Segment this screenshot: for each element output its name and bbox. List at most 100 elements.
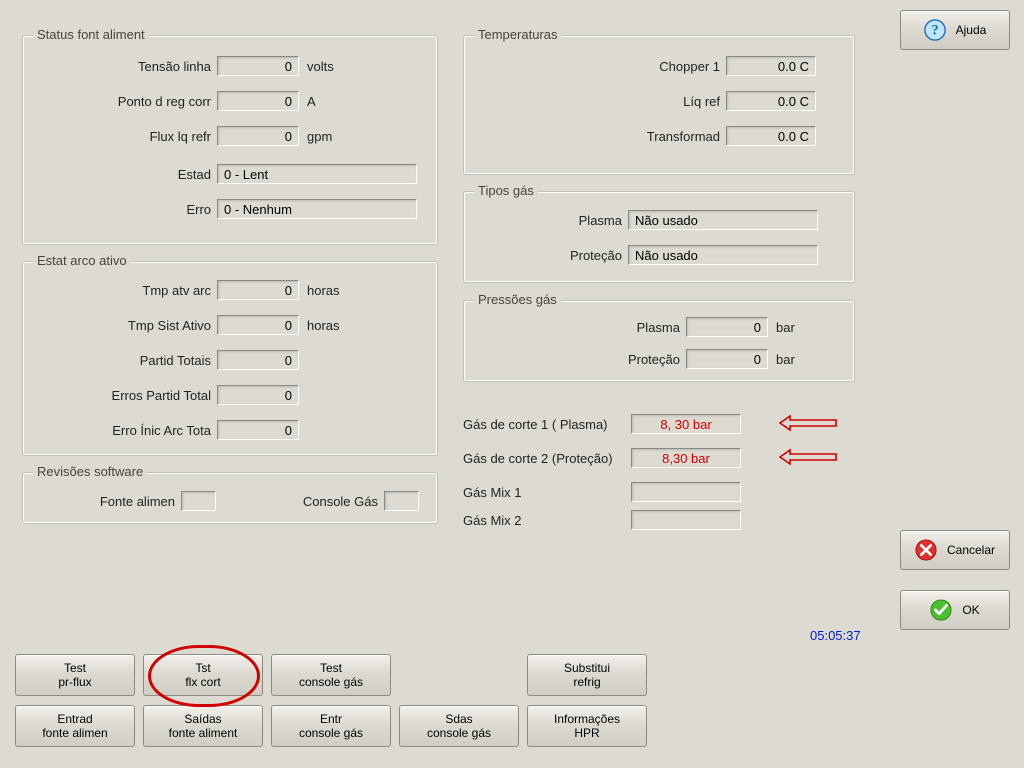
btn-line: Entrad <box>57 712 92 726</box>
btn-line: HPR <box>574 726 599 740</box>
label-gas-mix-2: Gás Mix 2 <box>463 513 631 528</box>
group-gas-pressures-title: Pressões gás <box>474 292 561 307</box>
label-state: Estad <box>23 167 217 182</box>
btn-line: Test <box>320 661 342 675</box>
label-plasma-type: Plasma <box>464 213 628 228</box>
btn-line: Entr <box>320 712 342 726</box>
field-gas-mix-1 <box>631 482 741 502</box>
cancel-icon <box>915 539 937 561</box>
label-ps-rev: Fonte alimen <box>23 494 181 509</box>
field-plasma-type: Não usado <box>628 210 818 230</box>
group-arc-stats: Estat arco ativo Tmp atv arc 0 horas Tmp… <box>22 261 438 456</box>
group-status-font: Status font aliment Tensão linha 0 volts… <box>22 35 438 245</box>
label-transformer: Transformad <box>464 129 726 144</box>
field-start-errors: 0 <box>217 385 299 405</box>
btn-line: fonte aliment <box>169 726 238 740</box>
button-test-gas-console[interactable]: Test console gás <box>271 654 391 696</box>
field-cut-gas-2: 8,30 bar <box>631 448 741 468</box>
label-system-on-time: Tmp Sist Ativo <box>23 318 217 333</box>
button-inputs-gas-console[interactable]: Entr console gás <box>271 705 391 747</box>
unit-volts: volts <box>299 59 334 74</box>
group-gas-pressures: Pressões gás Plasma 0 bar Proteção 0 bar <box>463 300 855 382</box>
field-gas-console-rev <box>384 491 419 511</box>
annotation-arrow-2 <box>778 448 838 466</box>
unit-bar-1: bar <box>768 320 795 335</box>
btn-line: Saídas <box>184 712 221 726</box>
field-state: 0 - Lent <box>217 164 417 184</box>
unit-hours-2: horas <box>299 318 340 333</box>
unit-hours-1: horas <box>299 283 340 298</box>
label-arc-init-errors: Erro Ínic Arc Tota <box>23 423 217 438</box>
label-plasma-pressure: Plasma <box>464 320 686 335</box>
field-system-on-time: 0 <box>217 315 299 335</box>
field-shield-pressure: 0 <box>686 349 768 369</box>
field-plasma-pressure: 0 <box>686 317 768 337</box>
group-software-rev: Revisões software Fonte alimen Console G… <box>22 472 438 524</box>
field-ps-rev <box>181 491 216 511</box>
field-total-starts: 0 <box>217 350 299 370</box>
label-start-errors: Erros Partid Total <box>23 388 217 403</box>
group-gas-types-title: Tipos gás <box>474 183 538 198</box>
unit-amps: A <box>299 94 316 109</box>
label-arc-on-time: Tmp atv arc <box>23 283 217 298</box>
field-coolant-flow: 0 <box>217 126 299 146</box>
btn-line: Sdas <box>445 712 472 726</box>
label-cut-gas-2: Gás de corte 2 (Proteção) <box>463 451 631 466</box>
field-gas-mix-2 <box>631 510 741 530</box>
button-outputs-gas-console[interactable]: Sdas console gás <box>399 705 519 747</box>
group-temperatures-title: Temperaturas <box>474 27 561 42</box>
svg-text:?: ? <box>931 23 938 39</box>
field-arc-init-errors: 0 <box>217 420 299 440</box>
button-replace-coolant[interactable]: Substitui refrig <box>527 654 647 696</box>
label-line-voltage: Tensão linha <box>23 59 217 74</box>
group-status-font-title: Status font aliment <box>33 27 149 42</box>
label-cut-gas-1: Gás de corte 1 ( Plasma) <box>463 417 631 432</box>
field-transformer: 0.0 C <box>726 126 816 146</box>
btn-line: flx cort <box>185 675 220 689</box>
cancel-button[interactable]: Cancelar <box>900 530 1010 570</box>
unit-gpm: gpm <box>299 129 332 144</box>
button-hpr-info[interactable]: Informações HPR <box>527 705 647 747</box>
field-arc-on-time: 0 <box>217 280 299 300</box>
annotation-arrow-1 <box>778 414 838 432</box>
field-shield-type: Não usado <box>628 245 818 265</box>
clock: 05:05:37 <box>810 628 861 643</box>
btn-line: refrig <box>573 675 600 689</box>
ok-icon <box>930 599 952 621</box>
field-error: 0 - Nenhum <box>217 199 417 219</box>
ok-label: OK <box>962 603 979 617</box>
btn-line: Informações <box>554 712 620 726</box>
button-outputs-ps[interactable]: Saídas fonte aliment <box>143 705 263 747</box>
btn-line: console gás <box>427 726 491 740</box>
ok-button[interactable]: OK <box>900 590 1010 630</box>
btn-line: fonte alimen <box>42 726 107 740</box>
help-button[interactable]: ? Ajuda <box>900 10 1010 50</box>
unit-bar-2: bar <box>768 352 795 367</box>
help-label: Ajuda <box>956 23 987 37</box>
button-test-preflow[interactable]: Test pr-flux <box>15 654 135 696</box>
button-inputs-ps[interactable]: Entrad fonte alimen <box>15 705 135 747</box>
label-error: Erro <box>23 202 217 217</box>
btn-line: Substitui <box>564 661 610 675</box>
help-icon: ? <box>924 19 946 41</box>
field-line-voltage: 0 <box>217 56 299 76</box>
btn-line: console gás <box>299 726 363 740</box>
field-cut-gas-1: 8, 30 bar <box>631 414 741 434</box>
btn-line: console gás <box>299 675 363 689</box>
button-test-cutflow[interactable]: Tst flx cort <box>143 654 263 696</box>
label-current-setpoint: Ponto d reg corr <box>23 94 217 109</box>
group-arc-stats-title: Estat arco ativo <box>33 253 131 268</box>
btn-line: Test <box>64 661 86 675</box>
field-chopper1: 0.0 C <box>726 56 816 76</box>
label-total-starts: Partid Totais <box>23 353 217 368</box>
label-shield-pressure: Proteção <box>464 352 686 367</box>
label-chopper1: Chopper 1 <box>464 59 726 74</box>
group-gas-types: Tipos gás Plasma Não usado Proteção Não … <box>463 191 855 283</box>
group-temperatures: Temperaturas Chopper 1 0.0 C Líq ref 0.0… <box>463 35 855 175</box>
btn-line: Tst <box>195 661 210 675</box>
field-current-setpoint: 0 <box>217 91 299 111</box>
label-shield-type: Proteção <box>464 248 628 263</box>
field-coolant-temp: 0.0 C <box>726 91 816 111</box>
group-software-rev-title: Revisões software <box>33 464 147 479</box>
label-gas-mix-1: Gás Mix 1 <box>463 485 631 500</box>
